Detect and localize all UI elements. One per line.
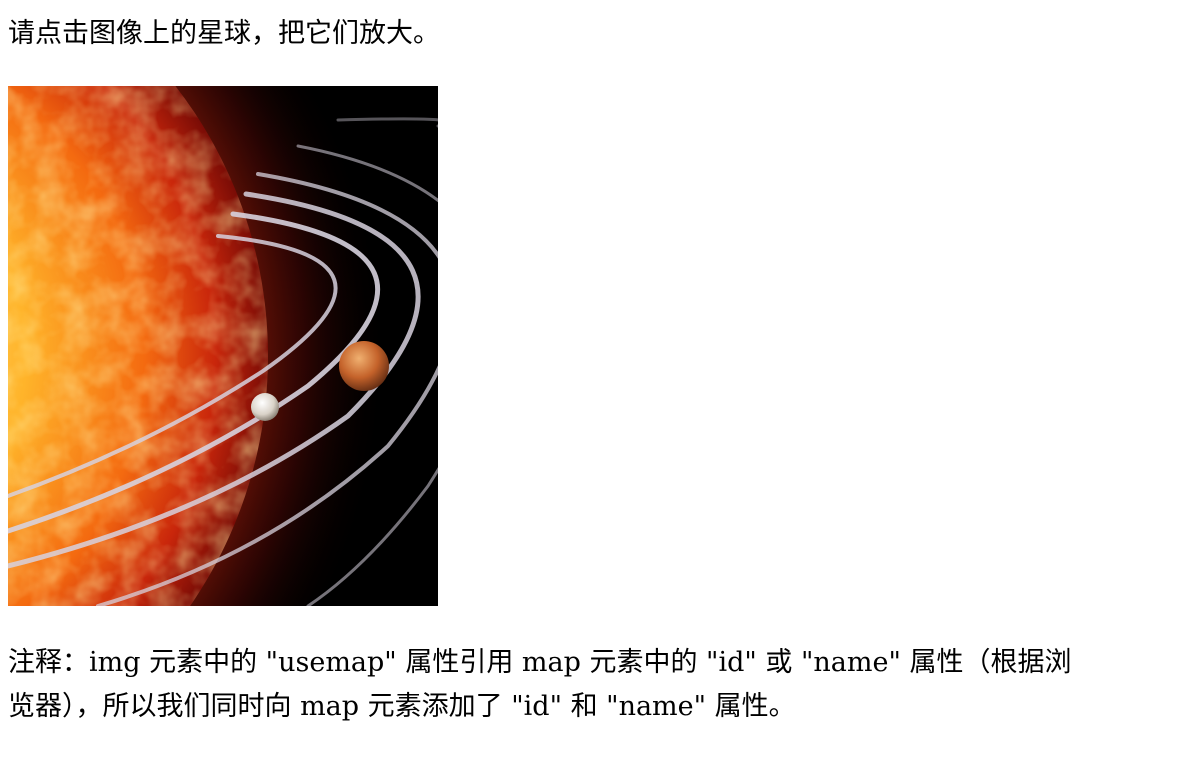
- note-line-1: 注释：img 元素中的 "usemap" 属性引用 map 元素中的 "id" …: [8, 647, 1072, 678]
- note-paragraph: 注释：img 元素中的 "usemap" 属性引用 map 元素中的 "id" …: [8, 641, 1172, 729]
- venus-hotspot[interactable]: [339, 341, 389, 391]
- note-line-2: 览器），所以我们同时向 map 元素添加了 "id" 和 "name" 属性。: [8, 691, 796, 722]
- planets-image: [8, 86, 438, 606]
- mercury-hotspot[interactable]: [251, 393, 279, 421]
- page-instruction: 请点击图像上的星球，把它们放大。: [8, 18, 440, 49]
